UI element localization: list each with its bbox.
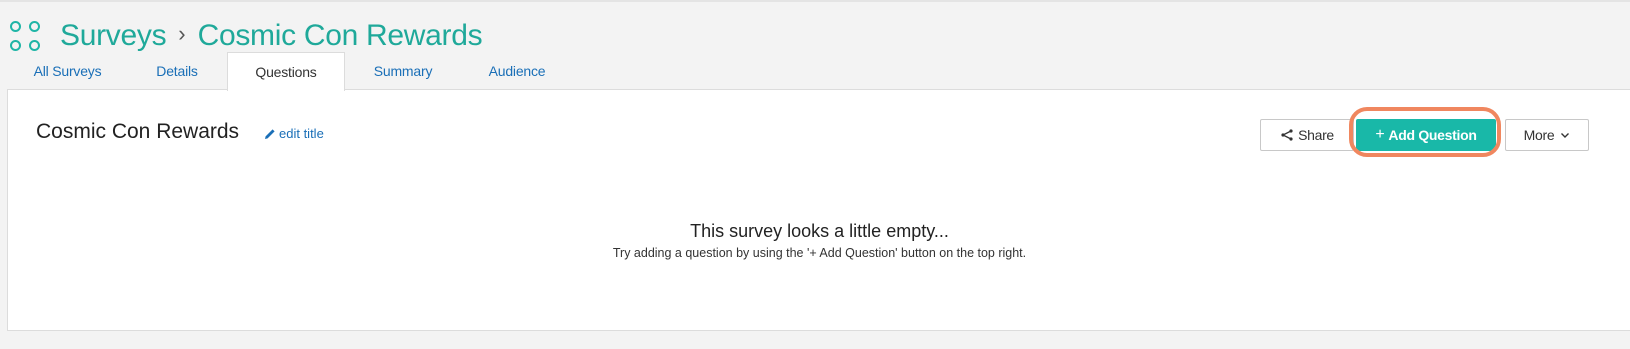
- chevron-down-icon: [1561, 133, 1570, 138]
- share-label: Share: [1298, 127, 1334, 143]
- tab-questions[interactable]: Questions: [227, 52, 345, 91]
- pencil-icon: [265, 128, 275, 139]
- empty-state-hint: Try adding a question by using the '+ Ad…: [612, 246, 1027, 260]
- apps-grid-icon[interactable]: [10, 20, 42, 52]
- more-dropdown-button[interactable]: More: [1505, 119, 1589, 151]
- tab-summary[interactable]: Summary: [345, 52, 461, 90]
- page-footer-background: [0, 331, 1630, 349]
- edit-title-label: edit title: [279, 126, 324, 141]
- tab-details[interactable]: Details: [127, 52, 227, 90]
- breadcrumb: Surveys › Cosmic Con Rewards: [10, 16, 483, 56]
- edit-title-link[interactable]: edit title: [264, 126, 324, 141]
- add-question-button[interactable]: + Add Question: [1356, 119, 1496, 151]
- plus-icon: +: [1375, 126, 1385, 143]
- add-question-label: Add Question: [1388, 127, 1477, 143]
- questions-panel: Cosmic Con Rewards edit title Share + Ad…: [7, 89, 1630, 331]
- more-label: More: [1523, 127, 1555, 143]
- share-button[interactable]: Share: [1260, 119, 1354, 151]
- breadcrumb-current: Cosmic Con Rewards: [197, 19, 483, 52]
- share-icon: [1281, 129, 1293, 141]
- survey-title: Cosmic Con Rewards: [36, 120, 240, 143]
- empty-state-title: This survey looks a little empty...: [690, 221, 949, 241]
- tab-bar: All Surveys Details Questions Summary Au…: [8, 52, 573, 91]
- tab-all-surveys[interactable]: All Surveys: [8, 52, 127, 90]
- tab-audience[interactable]: Audience: [461, 52, 573, 90]
- breadcrumb-separator-icon: ›: [178, 21, 186, 46]
- window-top-border: [0, 0, 1630, 2]
- breadcrumb-surveys-link[interactable]: Surveys: [60, 18, 167, 54]
